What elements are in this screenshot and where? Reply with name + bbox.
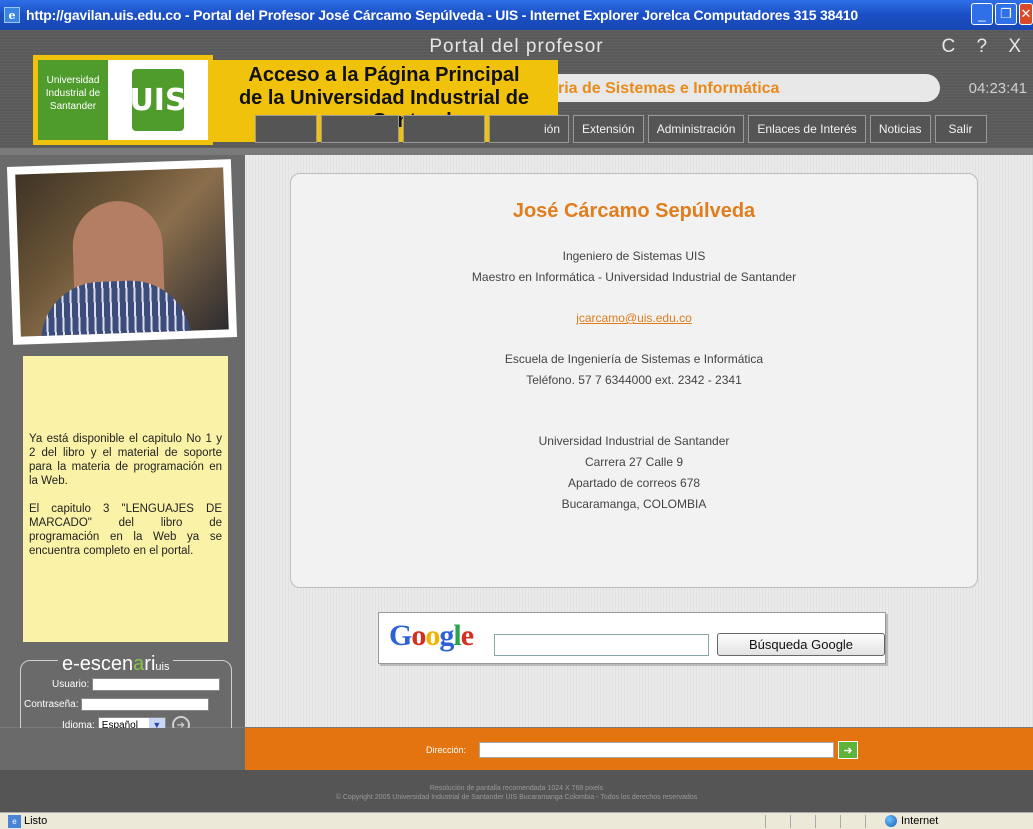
address-label: Dirección:: [426, 745, 467, 755]
address-go-icon[interactable]: ➜: [838, 741, 858, 759]
email-link[interactable]: jcarcamo@uis.edu.co: [576, 311, 692, 325]
nav-item-enlaces[interactable]: Enlaces de Interés: [748, 115, 866, 143]
sidebar-bottom: [0, 728, 245, 770]
portal-header-icons[interactable]: C ? X: [941, 36, 1029, 58]
user-input[interactable]: [92, 678, 221, 691]
status-bar: e Listo Internet: [0, 812, 1033, 829]
window-controls: _ ❐ ✕: [971, 3, 1033, 25]
close-button[interactable]: ✕: [1019, 3, 1033, 25]
nav-item-noticias[interactable]: Noticias: [869, 115, 931, 143]
profile-phone: Teléfono. 57 7 6344000 ext. 2342 - 2341: [526, 373, 742, 387]
escenari-brand: e-escenariuis: [58, 653, 174, 676]
status-text: Listo: [24, 815, 48, 827]
footer: Resolución de pantalla recomendada 1024 …: [0, 770, 1033, 812]
school-name: ria de Sistemas e Informática: [558, 80, 780, 97]
password-label: Contraseña:: [24, 699, 79, 710]
nav-item-administracion[interactable]: Administración: [647, 115, 745, 143]
google-search-box: Google Búsqueda Google: [378, 612, 886, 664]
google-search-input[interactable]: [494, 634, 709, 656]
main-nav: ión Extensión Administración Enlaces de …: [255, 115, 987, 143]
login-password-row: Contraseña:: [24, 698, 210, 711]
uis-logo-icon: UIS: [108, 60, 208, 140]
profile-degree-1: Ingeniero de Sistemas UIS: [562, 249, 706, 263]
globe-icon: [885, 815, 897, 827]
profile-name: José Cárcamo Sepúlveda: [512, 200, 756, 222]
user-label: Usuario:: [52, 679, 90, 690]
profile-city: Bucaramanga, COLOMBIA: [561, 497, 707, 511]
window-title: http://gavilan.uis.edu.co - Portal del P…: [26, 7, 858, 23]
notice-text-2: El capitulo 3 "LENGUAJES DE MARCADO" del…: [29, 503, 222, 557]
nav-item-extension[interactable]: Extensión: [573, 115, 644, 143]
google-logo: Google: [389, 619, 474, 652]
minimize-button[interactable]: _: [971, 3, 993, 25]
google-search-button[interactable]: Búsqueda Google: [717, 633, 885, 656]
address-input[interactable]: [479, 742, 834, 758]
nav-item-1[interactable]: [255, 115, 317, 143]
profile-pobox: Apartado de correos 678: [567, 476, 701, 490]
maximize-button[interactable]: ❐: [995, 3, 1017, 25]
profile-university: Universidad Industrial de Santander: [538, 434, 730, 448]
profile-photo: [6, 159, 238, 345]
nav-item-2[interactable]: [321, 115, 399, 143]
ie-page-icon: e: [4, 7, 20, 23]
nav-item-3[interactable]: [403, 115, 485, 143]
security-zone: Internet: [885, 815, 938, 827]
nav-item-investigacion[interactable]: ión: [489, 115, 569, 143]
profile-street: Carrera 27 Calle 9: [584, 455, 684, 469]
login-user-row: Usuario:: [52, 678, 221, 691]
window-titlebar: e http://gavilan.uis.edu.co - Portal del…: [0, 0, 1033, 30]
page-status-icon: e: [8, 814, 21, 828]
logo-text: Universidad Industrial de Santander: [38, 60, 108, 140]
notice-text-1: Ya está disponible el capitulo No 1 y 2 …: [29, 433, 222, 487]
nav-item-salir[interactable]: Salir: [934, 115, 987, 143]
profile-school: Escuela de Ingeniería de Sistemas e Info…: [504, 352, 764, 366]
uis-logo-link[interactable]: Universidad Industrial de Santander UIS: [33, 55, 213, 145]
notice-box: Ya está disponible el capitulo No 1 y 2 …: [23, 356, 228, 642]
profile-degree-2: Maestro en Informática - Universidad Ind…: [471, 270, 797, 284]
password-input[interactable]: [81, 698, 210, 711]
profile-card: José Cárcamo Sepúlveda Ingeniero de Sist…: [290, 173, 978, 588]
clock: 04:23:41: [968, 80, 1027, 97]
